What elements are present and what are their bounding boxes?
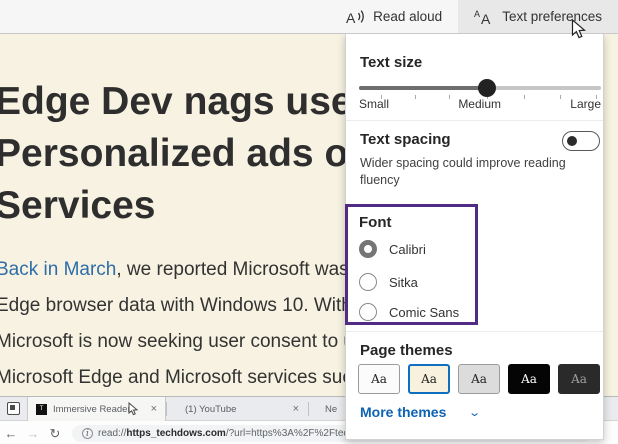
font-option-label: Sitka (389, 275, 418, 290)
font-option-label: Calibri (389, 242, 426, 257)
page-themes-label: Page themes (360, 342, 453, 359)
svg-text:A: A (346, 10, 356, 26)
more-themes-label: More themes (360, 404, 446, 420)
slider-current-label: Medium (458, 97, 501, 111)
tab-label: (1) YouTube (185, 404, 236, 415)
screen: Edge Dev nags user Personalized ads on S… (0, 0, 618, 444)
close-icon: × (285, 403, 307, 415)
text-preferences-icon: A A (474, 8, 494, 26)
radio-unselected-icon[interactable] (359, 303, 377, 321)
font-section-highlight-box: Font Calibri Sitka Comic Sans (345, 204, 478, 325)
text-preferences-label: Text preferences (502, 9, 602, 24)
page-themes-row: Aa Aa Aa Aa Aa (358, 364, 600, 394)
more-themes-link[interactable]: More themes ⌄ (360, 404, 480, 420)
text-preferences-button[interactable]: A A Text preferences (458, 0, 618, 33)
font-option-comic-sans[interactable]: Comic Sans (359, 303, 459, 321)
text-spacing-description: Wider spacing could improve reading flue… (360, 155, 592, 189)
theme-sepia-button-selected[interactable]: Aa (408, 364, 450, 394)
slider-thumb-icon[interactable] (478, 79, 496, 97)
theme-white-button[interactable]: Aa (358, 364, 400, 394)
slider-fill (359, 86, 487, 90)
reader-toolbar: A Read aloud A A Text preferences (0, 0, 618, 34)
forward-icon: → (22, 426, 44, 441)
font-option-calibri[interactable]: Calibri (359, 240, 426, 258)
section-divider (346, 120, 603, 121)
tab-overview-icon (7, 402, 20, 415)
font-label: Font (359, 214, 391, 231)
text-preferences-panel: Text size Small Medium Large Text spacin… (345, 34, 604, 440)
text-size-slider[interactable] (359, 86, 601, 90)
close-icon: × (143, 403, 165, 415)
svg-text:A: A (481, 11, 491, 26)
text-spacing-toggle[interactable] (562, 131, 600, 151)
cursor-icon (128, 402, 139, 416)
read-aloud-icon: A (345, 8, 365, 26)
slider-labels: Small Medium Large (359, 97, 601, 111)
back-icon: ← (0, 426, 22, 441)
slider-min-label: Small (359, 97, 389, 111)
article-link[interactable]: Back in March (0, 259, 116, 280)
theme-gray-button[interactable]: Aa (458, 364, 500, 394)
info-icon: i (82, 428, 93, 439)
read-aloud-label: Read aloud (373, 9, 442, 24)
text-size-label: Text size (360, 54, 422, 71)
tab-youtube: (1) YouTube × (167, 397, 307, 421)
tab-label: Immersive Reader (53, 404, 131, 415)
radio-selected-icon[interactable] (359, 240, 377, 258)
cursor-icon (571, 19, 587, 40)
chevron-down-icon: ⌄ (469, 406, 482, 419)
radio-unselected-icon[interactable] (359, 273, 377, 291)
font-option-label: Comic Sans (389, 305, 459, 320)
section-divider (346, 331, 603, 332)
text-spacing-label: Text spacing (360, 131, 451, 148)
theme-dark-gray-button[interactable]: Aa (558, 364, 600, 394)
toggle-knob-icon (567, 136, 577, 146)
tab-label: Ne (325, 404, 337, 415)
tab-immersive-reader: T Immersive Reader × (27, 397, 166, 421)
refresh-icon: ↻ (44, 426, 66, 442)
site-favicon: T (36, 404, 47, 415)
read-aloud-button[interactable]: A Read aloud (329, 0, 458, 33)
theme-black-button[interactable]: Aa (508, 364, 550, 394)
slider-max-label: Large (570, 97, 601, 111)
svg-text:A: A (474, 9, 480, 19)
font-option-sitka[interactable]: Sitka (359, 273, 418, 291)
